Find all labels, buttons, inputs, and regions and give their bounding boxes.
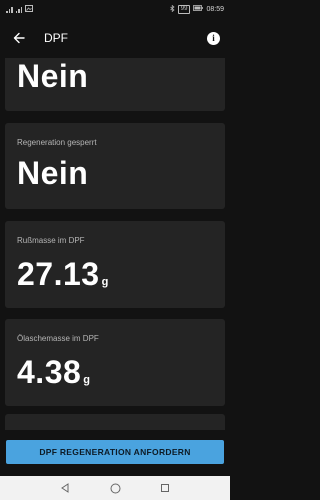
card-label: Rußmasse im DPF — [17, 236, 85, 245]
value-card: Rußmasse im DPF 27.13 g — [5, 221, 225, 308]
card-value: Nein — [17, 155, 89, 191]
status-left — [6, 4, 33, 14]
value-card: Regeneration gesperrt Nein — [5, 123, 225, 209]
info-icon: i — [212, 33, 215, 43]
content-list[interactable]: Nein Regeneration gesperrt Nein Rußmasse… — [0, 58, 230, 430]
status-time: 08:59 — [206, 5, 224, 13]
app-bar: DPF i — [0, 18, 230, 58]
status-right: 99 08:59 — [170, 4, 224, 14]
nav-home-button[interactable] — [108, 481, 122, 495]
card-label: Regeneration gesperrt — [17, 138, 97, 147]
card-number: 27.13 — [17, 256, 100, 292]
triangle-back-icon — [61, 483, 69, 493]
value-card: Ölaschemasse im DPF 4.38 g — [5, 319, 225, 406]
back-button[interactable] — [10, 29, 28, 47]
square-recents-icon — [161, 484, 169, 492]
card-label: Ölaschemasse im DPF — [17, 334, 99, 343]
nav-recents-button[interactable] — [158, 481, 172, 495]
card-unit: g — [101, 276, 109, 288]
value-card — [5, 414, 225, 430]
card-number: 4.38 — [17, 354, 82, 390]
battery-level: 99 — [177, 4, 191, 14]
signal-icon-2 — [15, 6, 22, 13]
page-title: DPF — [44, 31, 68, 45]
value-card: Nein — [5, 58, 225, 111]
arrow-left-icon — [13, 32, 25, 44]
card-value: Nein — [17, 58, 89, 94]
status-bar: 99 08:59 — [0, 0, 230, 18]
circle-home-icon — [110, 483, 120, 493]
nav-back-button[interactable] — [58, 481, 72, 495]
card-unit: g — [83, 374, 91, 386]
image-notification-icon — [25, 4, 33, 14]
battery-icon — [193, 5, 204, 13]
bluetooth-icon — [170, 4, 175, 14]
card-value: 4.38 g — [17, 354, 91, 391]
info-button[interactable]: i — [207, 31, 220, 45]
system-nav-bar — [0, 476, 230, 500]
signal-icon — [6, 6, 13, 13]
card-value: 27.13 g — [17, 256, 109, 293]
action-area: DPF REGENERATION ANFORDERN — [0, 430, 230, 476]
request-regeneration-button[interactable]: DPF REGENERATION ANFORDERN — [6, 440, 224, 464]
